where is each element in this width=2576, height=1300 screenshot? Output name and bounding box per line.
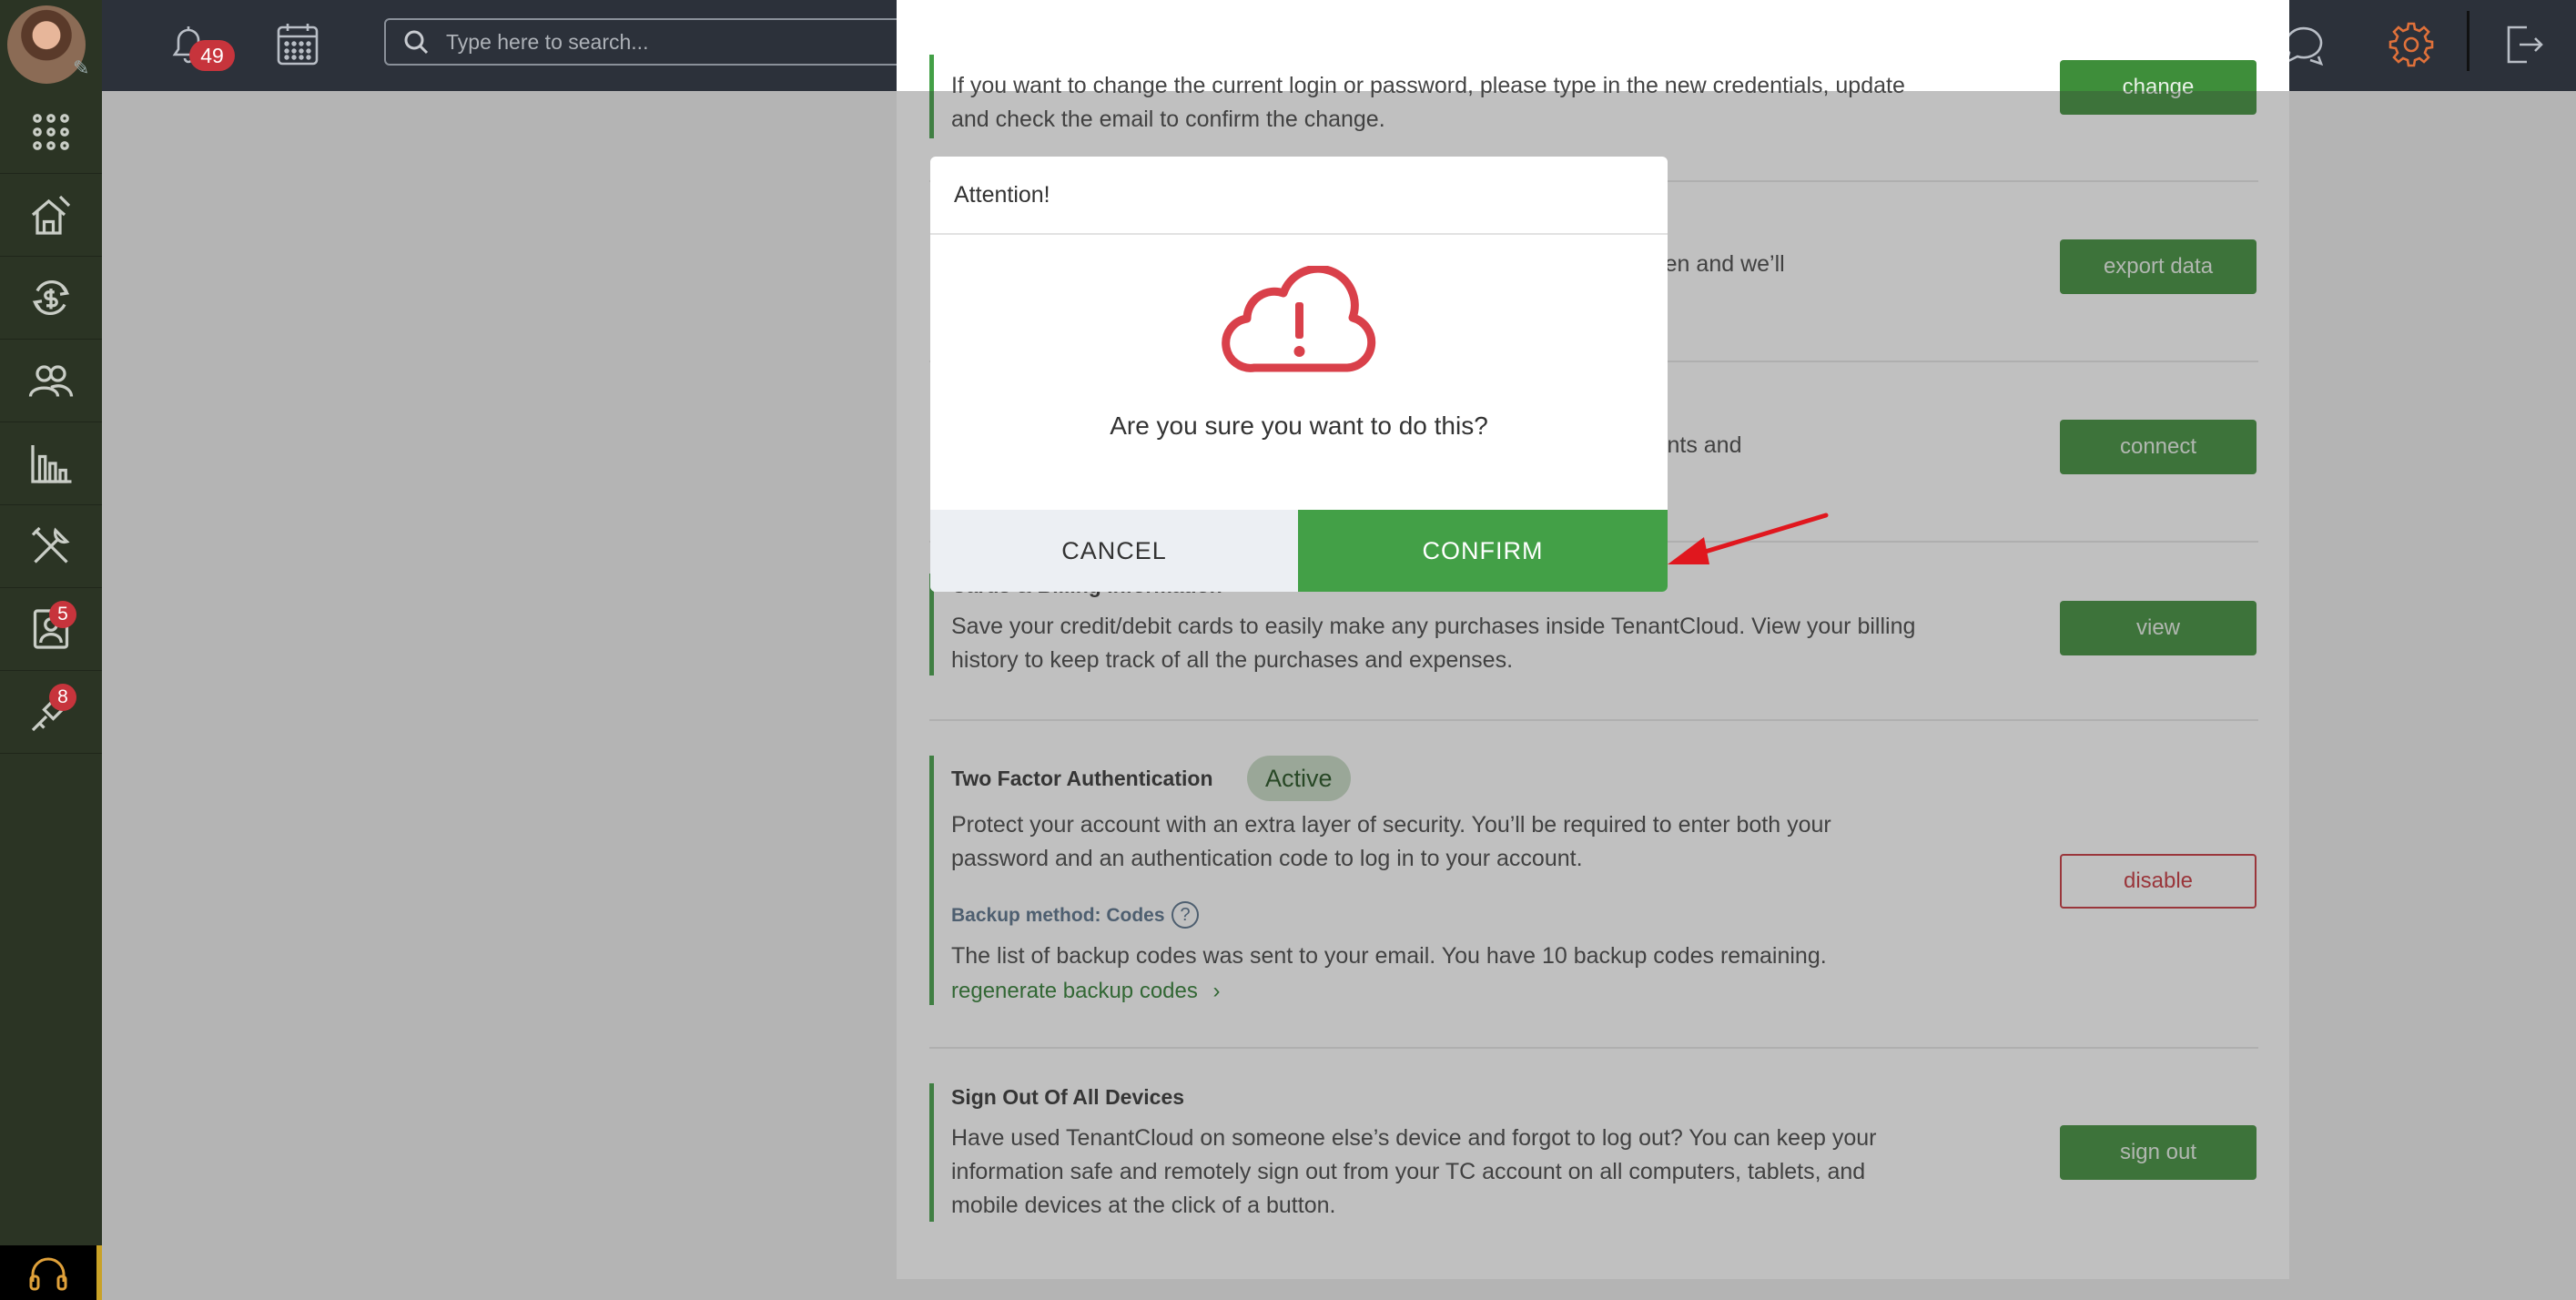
- cloud-alert-icon: [1220, 264, 1378, 375]
- people-icon: [28, 365, 74, 397]
- confirm-button[interactable]: CONFIRM: [1298, 510, 1668, 592]
- sidebar-item-apps[interactable]: [0, 91, 102, 174]
- dialog-message: Are you sure you want to do this?: [1110, 411, 1488, 440]
- applications-badge: 5: [49, 601, 76, 628]
- calendar-button[interactable]: [271, 18, 324, 71]
- notifications-count: 49: [189, 40, 235, 71]
- pin-icon[interactable]: ✎: [73, 56, 89, 80]
- sidebar-item-marketplace[interactable]: 8: [0, 671, 102, 754]
- support-button[interactable]: [0, 1245, 102, 1300]
- sidebar-item-properties[interactable]: [0, 174, 102, 257]
- reports-icon: [31, 445, 72, 483]
- topbar-divider: [2467, 11, 2470, 71]
- confirm-dialog: Attention! Are you sure you want to do t…: [930, 157, 1668, 592]
- logout-icon: [2507, 25, 2543, 64]
- apps-grid-icon: [33, 114, 69, 150]
- maintenance-icon: [31, 526, 70, 564]
- sidebar-item-maintenance[interactable]: [0, 505, 102, 588]
- search-icon: [404, 30, 429, 55]
- sidebar-item-people[interactable]: [0, 340, 102, 422]
- annotation-arrow-icon: [1668, 513, 1829, 564]
- gear-icon: [2388, 22, 2434, 67]
- sidebar-item-applications[interactable]: 5: [0, 588, 102, 671]
- sidebar: ✎ 5 8: [0, 0, 102, 1300]
- accounting-icon: [32, 279, 70, 316]
- properties-icon: [31, 195, 71, 235]
- logout-button[interactable]: [2496, 18, 2549, 71]
- calendar-icon: [277, 24, 319, 66]
- cancel-button[interactable]: CANCEL: [930, 510, 1298, 592]
- dialog-title: Attention!: [930, 157, 1668, 235]
- settings-button[interactable]: [2385, 18, 2438, 71]
- sidebar-item-reports[interactable]: [0, 422, 102, 505]
- sidebar-item-accounting[interactable]: [0, 257, 102, 340]
- headset-icon: [29, 1257, 67, 1291]
- dialog-actions: CANCEL CONFIRM: [930, 510, 1668, 592]
- marketplace-badge: 8: [49, 684, 76, 711]
